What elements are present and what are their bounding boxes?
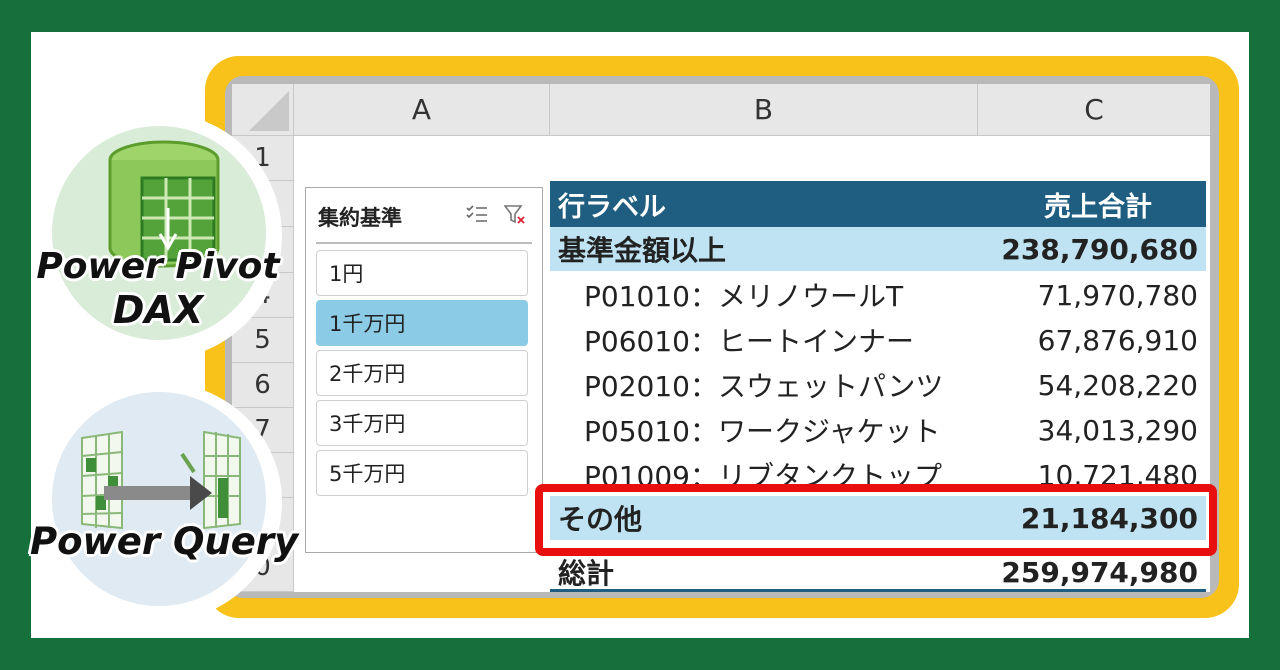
slicer-item-30m[interactable]: 3千万円 (316, 400, 528, 446)
column-header-a[interactable]: A (294, 84, 550, 136)
pivot-row-value: 67,876,910 (1037, 323, 1198, 357)
pivot-header-label[interactable]: 行ラベル (558, 181, 666, 227)
slicer-item-1yen[interactable]: 1円 (316, 250, 528, 296)
pivot-row-label: P05010：ワークジャケット (584, 415, 941, 448)
pivot-row-item[interactable]: P02010：スウェットパンツ 54,208,220 (550, 363, 1206, 407)
pivot-header-value: 売上合計 (1044, 191, 1152, 223)
slicer-title: 集約基準 (318, 206, 402, 230)
slicer-item-50m[interactable]: 5千万円 (316, 450, 528, 496)
column-header-c[interactable]: C (978, 84, 1210, 136)
power-query-label: Power Query (30, 520, 299, 563)
column-header-b[interactable]: B (550, 84, 978, 136)
pivot-total-label: 総計 (558, 557, 615, 590)
power-pivot-label: Power Pivot (36, 246, 280, 287)
power-query-icon (81, 430, 241, 530)
pivot-row-item[interactable]: P06010：ヒートインナー 67,876,910 (550, 318, 1206, 362)
pivot-row-value: 71,970,780 (1037, 278, 1198, 312)
slicer-panel: 集約基準 1円 1千万円 2千万円 3千万円 5千万円 (305, 187, 543, 553)
pivot-header: 行ラベル 売上合計 (550, 181, 1206, 227)
multi-select-icon[interactable] (464, 204, 490, 228)
slicer-item-10m[interactable]: 1千万円 (316, 300, 528, 346)
pivot-row-value: 34,013,290 (1037, 413, 1198, 447)
pivot-row-label: P02010：スウェットパンツ (584, 370, 944, 403)
pivot-row-value: 54,208,220 (1037, 368, 1198, 402)
pivot-row-label: P01010：メリノウールT (584, 280, 904, 313)
pivot-row-group[interactable]: 基準金額以上 238,790,680 (550, 227, 1206, 271)
pivot-total-row[interactable]: 総計 259,974,980 (550, 550, 1206, 592)
pivot-row-value: 238,790,680 (1001, 232, 1198, 266)
clear-filter-icon[interactable] (502, 204, 528, 228)
pivot-total-value: 259,974,980 (1001, 555, 1198, 589)
pivot-row-label: 基準金額以上 (558, 234, 727, 267)
slicer-divider (316, 242, 532, 244)
power-pivot-badge: Power Pivot DAX (34, 112, 282, 360)
power-query-badge: Power Query (30, 382, 298, 622)
highlight-box (535, 484, 1217, 556)
row-header-6[interactable]: 6 (232, 363, 294, 408)
pivot-row-item[interactable]: P01010：メリノウールT 71,970,780 (550, 273, 1206, 317)
select-all-triangle (249, 91, 289, 131)
pivot-row-item[interactable]: P05010：ワークジャケット 34,013,290 (550, 408, 1206, 452)
dax-label: DAX (112, 288, 204, 332)
total-underline (550, 589, 1206, 592)
pivot-row-label: P06010：ヒートインナー (584, 325, 914, 358)
slicer-item-20m[interactable]: 2千万円 (316, 350, 528, 396)
select-all-corner[interactable] (232, 84, 294, 136)
